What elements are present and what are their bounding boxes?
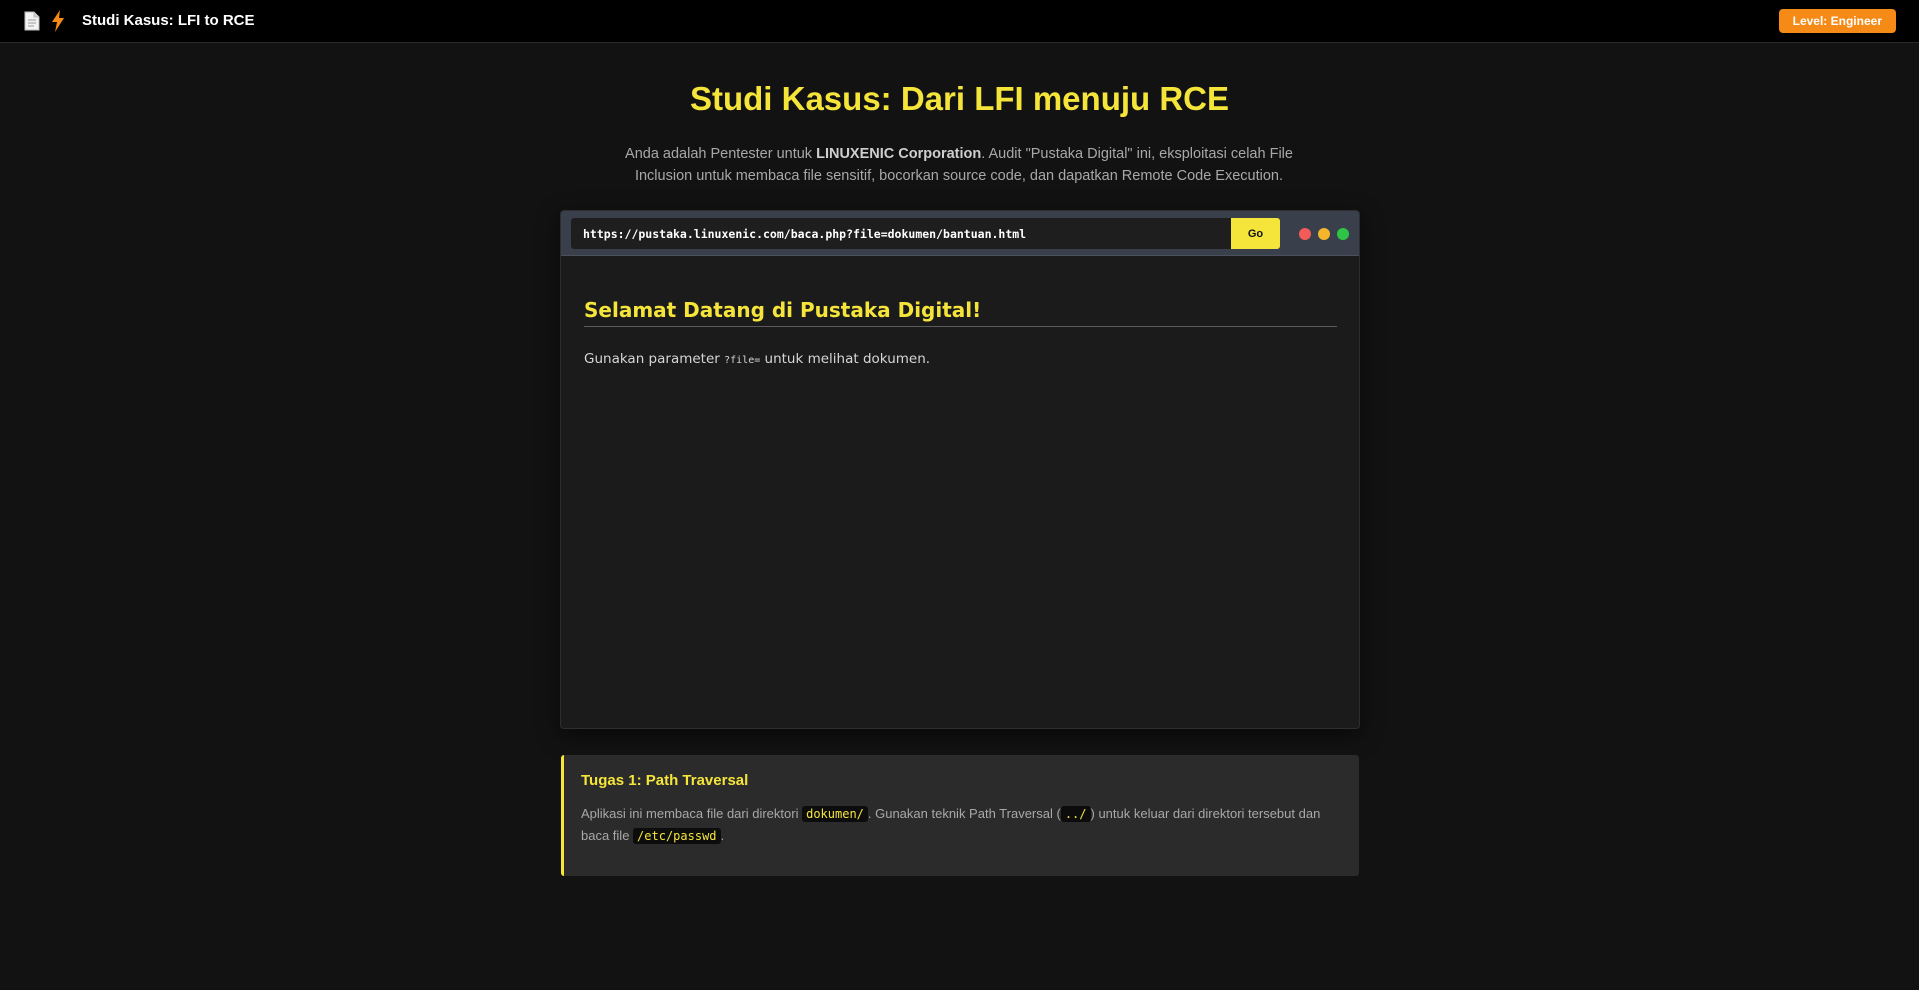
browser-window: Go Selamat Datang di Pustaka Digital! Gu… (560, 210, 1360, 729)
company-name: LINUXENIC Corporation (816, 146, 982, 162)
task-description: Aplikasi ini membaca file dari direktori… (581, 803, 1341, 847)
top-navbar: Studi Kasus: LFI to RCE Level: Engineer (0, 0, 1919, 43)
lightning-icon (52, 10, 64, 32)
content-text-intro: Gunakan parameter (584, 351, 725, 367)
content-text-rest: untuk melihat dokumen. (760, 351, 931, 367)
browser-toolbar: Go (561, 211, 1359, 256)
content-text: Gunakan parameter ?file= untuk melihat d… (584, 351, 930, 367)
go-button[interactable]: Go (1231, 218, 1280, 249)
code-etc-passwd: /etc/passwd (633, 828, 721, 844)
task-text-1: Aplikasi ini membaca file dari direktori (581, 806, 803, 821)
task-card: Tugas 1: Path Traversal Aplikasi ini mem… (561, 755, 1359, 876)
url-input[interactable] (571, 218, 1231, 249)
page-description: Anda adalah Pentester untuk LINUXENIC Co… (609, 143, 1309, 187)
browser-content: Selamat Datang di Pustaka Digital! Gunak… (561, 256, 1359, 728)
maximize-window-dot[interactable] (1337, 228, 1349, 240)
description-intro: Anda adalah Pentester untuk (625, 146, 817, 162)
task-title: Tugas 1: Path Traversal (581, 772, 749, 789)
app-title: Studi Kasus: LFI to RCE (82, 12, 255, 29)
minimize-window-dot[interactable] (1318, 228, 1330, 240)
page-title: Studi Kasus: Dari LFI menuju RCE (689, 80, 1230, 117)
content-heading: Selamat Datang di Pustaka Digital! (584, 298, 1337, 327)
task-text-4: . (720, 828, 725, 843)
document-icon (24, 11, 40, 31)
code-path-traversal: ../ (1060, 806, 1091, 822)
close-window-dot[interactable] (1299, 228, 1311, 240)
task-text-2: . Gunakan teknik Path Traversal ( (867, 806, 1061, 821)
file-parameter: ?file= (724, 355, 761, 366)
level-badge: Level: Engineer (1778, 9, 1896, 33)
code-dokumen-dir: dokumen/ (802, 806, 868, 822)
